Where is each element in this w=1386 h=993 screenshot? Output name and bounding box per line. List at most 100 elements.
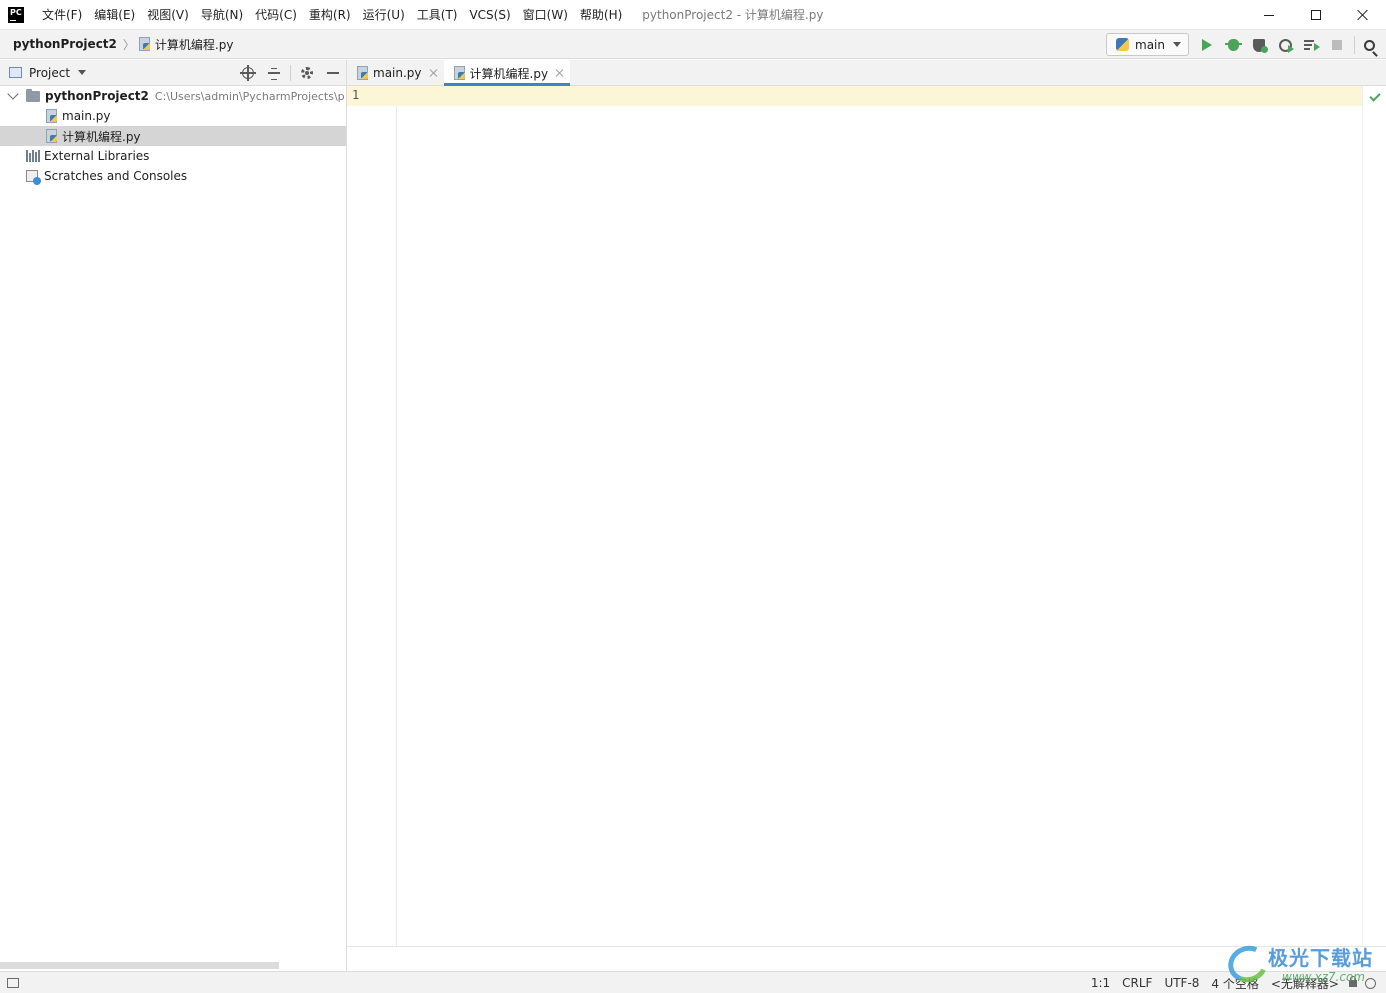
- window-controls: [1245, 0, 1386, 30]
- project-view-selector[interactable]: Project: [29, 66, 70, 80]
- watermark-swoosh-icon: [1223, 940, 1273, 988]
- status-bar: 1:1 CRLF UTF-8 4 个空格 <无解释器>: [0, 971, 1386, 993]
- line-separator[interactable]: CRLF: [1122, 976, 1152, 990]
- menu-refactor[interactable]: 重构(R): [303, 0, 357, 30]
- no-problems-check-icon[interactable]: [1369, 90, 1381, 102]
- editor-tabs: main.py 计算机编程.py: [347, 60, 1386, 86]
- panel-options-button[interactable]: [299, 65, 315, 81]
- project-view-icon: [9, 67, 22, 78]
- navigation-bar: pythonProject2 〉 计算机编程.py main: [0, 30, 1386, 59]
- toolbar-separator: [1354, 36, 1355, 54]
- minimize-panel-icon: [327, 72, 339, 74]
- collapse-all-button[interactable]: [266, 65, 282, 81]
- menu-help[interactable]: 帮助(H): [574, 0, 628, 30]
- stop-button[interactable]: [1329, 37, 1345, 53]
- tree-item-label: Scratches and Consoles: [44, 169, 188, 183]
- search-icon: [1363, 39, 1375, 51]
- breadcrumb-chevron-icon: 〉: [122, 37, 135, 52]
- breadcrumb-file-label: 计算机编程.py: [154, 37, 234, 52]
- tab-label: main.py: [373, 66, 422, 80]
- close-window-button[interactable]: [1339, 0, 1386, 30]
- search-everywhere-button[interactable]: [1361, 37, 1377, 53]
- menu-tools[interactable]: 工具(T): [411, 0, 464, 30]
- menu-window[interactable]: 窗口(W): [517, 0, 574, 30]
- tree-item-project-root[interactable]: pythonProject2 C:\Users\admin\PycharmPro…: [0, 86, 346, 106]
- file-encoding[interactable]: UTF-8: [1164, 976, 1199, 990]
- concurrency-icon: [1304, 39, 1320, 51]
- watermark-url: www.xz7.com: [1282, 970, 1365, 984]
- project-panel-header: Project: [0, 60, 346, 86]
- menu-view[interactable]: 视图(V): [141, 0, 195, 30]
- pycharm-logo-icon: PC: [8, 6, 24, 23]
- profile-button[interactable]: [1277, 37, 1294, 53]
- menu-file[interactable]: 文件(F): [36, 0, 88, 30]
- panel-header-separator: [290, 65, 291, 81]
- run-concurrency-button[interactable]: [1303, 37, 1320, 53]
- debug-button[interactable]: [1224, 37, 1242, 53]
- menu-run[interactable]: 运行(U): [357, 0, 411, 30]
- caret-position[interactable]: 1:1: [1091, 976, 1110, 990]
- minimize-button[interactable]: [1245, 0, 1292, 30]
- profiler-icon: [1278, 38, 1294, 53]
- python-icon: [1116, 38, 1129, 51]
- library-icon: [26, 150, 41, 162]
- python-file-icon: [46, 109, 58, 123]
- logo-text: PC: [10, 7, 22, 17]
- run-configuration-label: main: [1135, 37, 1165, 52]
- maximize-button[interactable]: [1292, 0, 1339, 30]
- run-configuration-select[interactable]: main: [1106, 33, 1189, 56]
- tab-label: 计算机编程.py: [469, 66, 549, 81]
- chevron-down-icon[interactable]: [78, 70, 87, 75]
- breadcrumb-file[interactable]: 计算机编程.py: [138, 36, 234, 53]
- watermark-title: 极光下载站: [1268, 946, 1373, 970]
- editor-area: main.py 计算机编程.py 1: [347, 60, 1386, 971]
- menu-bar: 文件(F) 编辑(E) 视图(V) 导航(N) 代码(C) 重构(R) 运行(U…: [36, 0, 628, 30]
- tab-jisuanji-py[interactable]: 计算机编程.py: [443, 60, 571, 86]
- tree-item-scratches[interactable]: Scratches and Consoles: [0, 166, 346, 186]
- tree-item-label: 计算机编程.py: [62, 129, 141, 144]
- menu-code[interactable]: 代码(C): [249, 0, 303, 30]
- code-editor[interactable]: [397, 86, 1362, 946]
- tab-close-icon[interactable]: [430, 69, 438, 77]
- stop-icon: [1332, 40, 1342, 50]
- scratches-icon: [26, 169, 41, 185]
- crosshair-icon: [240, 65, 256, 81]
- tab-main-py[interactable]: main.py: [347, 60, 444, 86]
- menu-navigate[interactable]: 导航(N): [195, 0, 249, 30]
- run-button[interactable]: [1199, 37, 1215, 53]
- menu-vcs[interactable]: VCS(S): [463, 0, 516, 30]
- tree-item-label: main.py: [62, 109, 111, 123]
- toggle-tool-windows-icon[interactable]: [7, 977, 19, 988]
- hide-panel-button[interactable]: [325, 65, 341, 81]
- line-number-gutter[interactable]: 1: [347, 86, 397, 946]
- select-opened-file-button[interactable]: [240, 65, 256, 81]
- tree-item-label: External Libraries: [44, 149, 150, 163]
- expander-chevron[interactable]: [7, 88, 19, 100]
- menu-edit[interactable]: 编辑(E): [88, 0, 141, 30]
- line-number: 1: [352, 88, 360, 102]
- title-bar: PC 文件(F) 编辑(E) 视图(V) 导航(N) 代码(C) 重构(R) 运…: [0, 0, 1386, 30]
- window-title: pythonProject2 - 计算机编程.py: [642, 8, 824, 22]
- breadcrumb-project[interactable]: pythonProject2: [13, 37, 117, 51]
- horizontal-scrollbar[interactable]: [0, 962, 279, 969]
- python-file-icon: [46, 129, 58, 143]
- maximize-icon: [1310, 10, 1321, 20]
- tree-item-main-py[interactable]: main.py: [0, 106, 346, 126]
- tree-item-jisuanji-py[interactable]: 计算机编程.py: [0, 126, 346, 146]
- watermark-logo: 极光下载站 www.xz7.com: [1223, 940, 1381, 988]
- tree-item-external-libraries[interactable]: External Libraries: [0, 146, 346, 166]
- coverage-button[interactable]: [1251, 37, 1268, 53]
- collapse-all-icon: [268, 67, 280, 80]
- coverage-icon: [1253, 38, 1268, 53]
- minimize-icon: [1263, 14, 1274, 16]
- chevron-down-icon: [1172, 42, 1181, 47]
- project-tool-window: Project pythonProject2 C:\Users\admin\Py…: [0, 60, 347, 971]
- bug-icon: [1224, 39, 1242, 51]
- gear-icon: [301, 67, 313, 79]
- close-icon: [1357, 9, 1369, 21]
- error-stripe[interactable]: [1362, 86, 1386, 946]
- tab-close-icon[interactable]: [556, 69, 564, 77]
- python-file-icon: [357, 66, 369, 80]
- tree-item-path: C:\Users\admin\PycharmProjects\p: [154, 89, 345, 103]
- python-file-icon: [453, 66, 466, 80]
